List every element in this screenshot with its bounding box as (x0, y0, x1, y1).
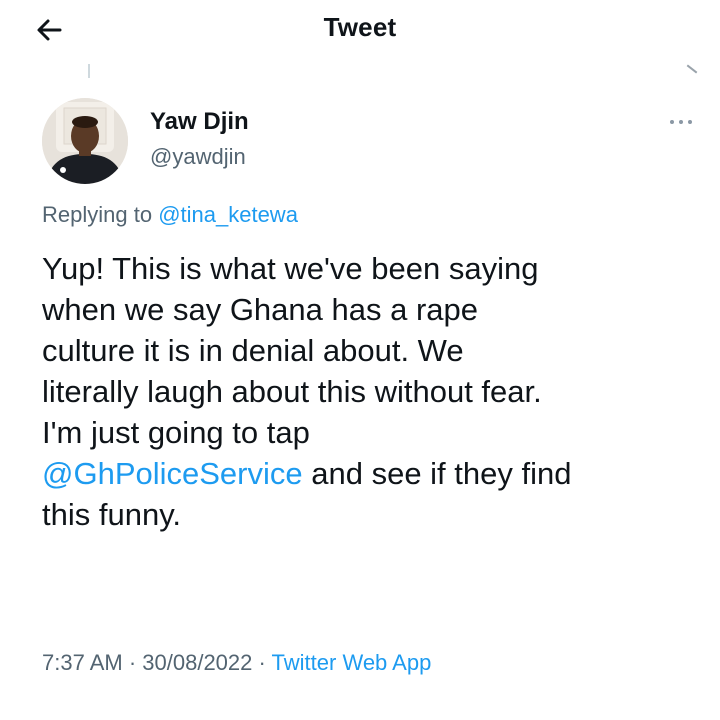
tweet-header: Tweet (0, 0, 720, 56)
tweet-metadata: 7:37 AM · 30/08/2022 · Twitter Web App (42, 650, 431, 676)
tweet-text-line: this funny. (42, 497, 182, 532)
page-title: Tweet (323, 12, 397, 42)
author-name[interactable]: Yaw Djin (150, 108, 249, 136)
replying-to: Replying to @tina_ketewa (42, 202, 298, 228)
meta-separator: · (252, 650, 272, 675)
tweet-time[interactable]: 7:37 AM (42, 650, 123, 675)
more-horizontal-icon (679, 120, 683, 124)
tweet-source-link[interactable]: Twitter Web App (272, 650, 432, 675)
tweet-body: Yup! This is what we've been saying when… (42, 248, 702, 535)
author-handle[interactable]: @yawdjin (150, 144, 246, 170)
tweet-text-line: @GhPoliceService and see if they find (42, 453, 702, 494)
avatar[interactable] (42, 98, 128, 184)
thread-connector-line (88, 64, 90, 78)
more-horizontal-icon (670, 120, 674, 124)
meta-separator: · (122, 650, 143, 675)
more-horizontal-icon (688, 120, 692, 124)
tweet-text-line: Yup! This is what we've been saying (42, 251, 539, 286)
scroll-edge-mark (686, 64, 698, 74)
more-options-button[interactable] (664, 112, 698, 130)
tweet-date[interactable]: 30/08/2022 (142, 650, 252, 675)
tweet-text-line: I'm just going to tap (42, 415, 310, 450)
replying-prefix: Replying to (42, 202, 159, 227)
tweet-text-line: literally laugh about this without fear. (42, 374, 542, 409)
tweet-text-line: when we say Ghana has a rape (42, 292, 478, 327)
police-service-mention-link[interactable]: @GhPoliceService (42, 456, 303, 491)
tweet-text-line: culture it is in denial about. We (42, 333, 464, 368)
replying-to-mention-link[interactable]: @tina_ketewa (158, 202, 298, 227)
tweet-text-fragment: and see if they find (302, 456, 572, 491)
